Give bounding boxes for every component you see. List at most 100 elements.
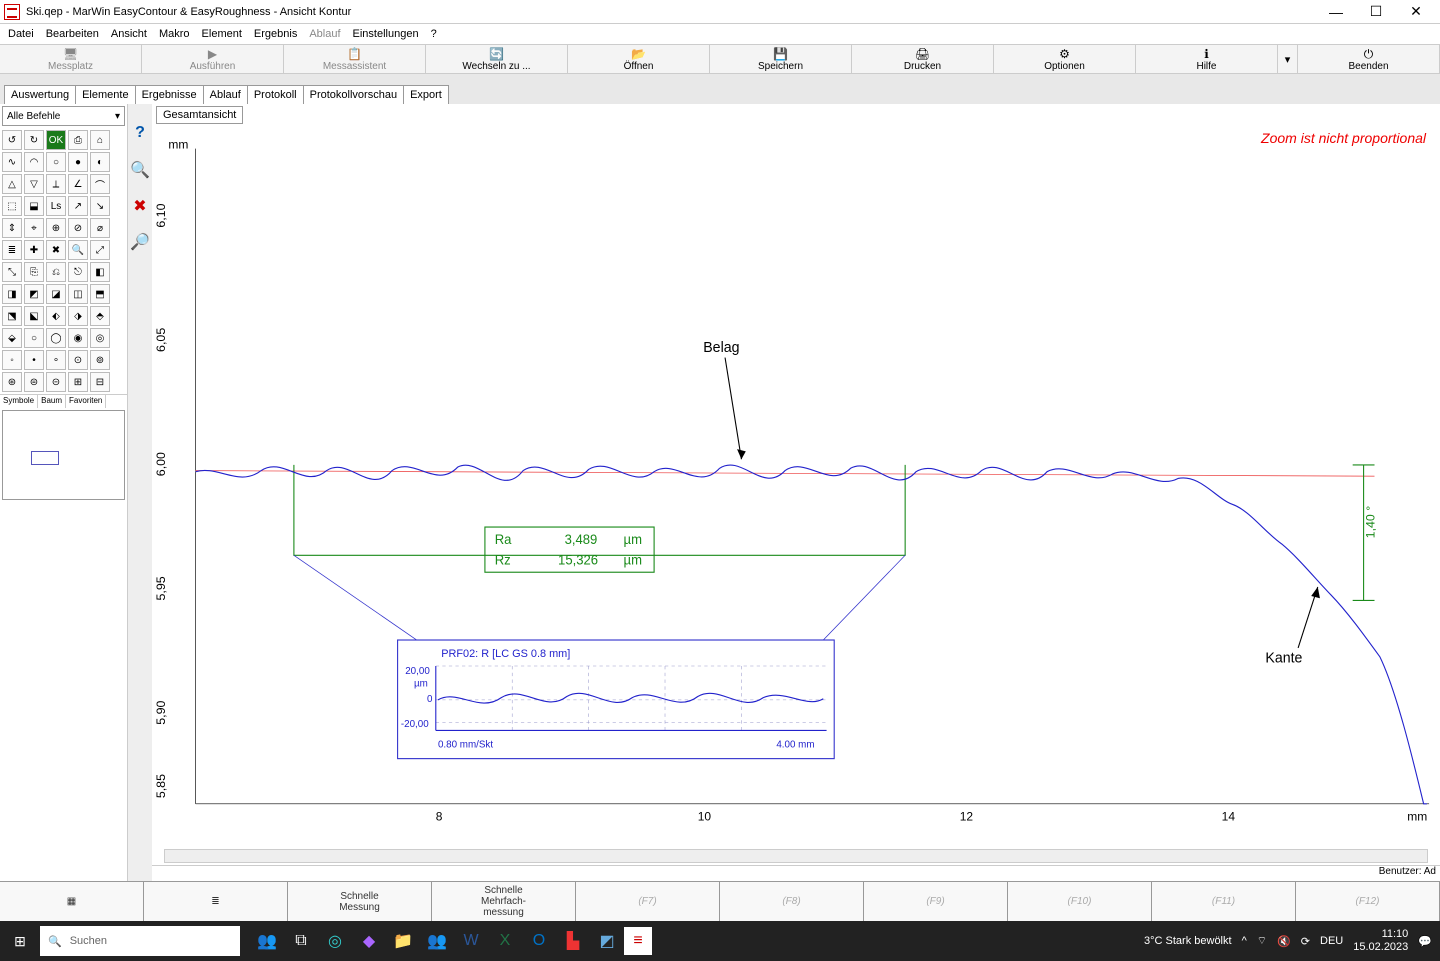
palette-tool-59[interactable]: ⊟	[90, 372, 110, 392]
app-icon-2[interactable]: ◩	[590, 921, 624, 961]
maximize-button[interactable]: ☐	[1356, 0, 1396, 24]
palette-tool-55[interactable]: ⊛	[2, 372, 22, 392]
mini-tab-favoriten[interactable]: Favoriten	[66, 395, 106, 408]
cortana-icon[interactable]: 👥	[250, 921, 284, 961]
palette-tool-53[interactable]: ⊙	[68, 350, 88, 370]
toolbar-wechseln-zu-[interactable]: 🔄Wechseln zu ...	[426, 45, 568, 73]
tray-chevron-icon[interactable]: ^	[1242, 935, 1247, 947]
palette-tool-33[interactable]: ⎋	[68, 262, 88, 282]
minimize-button[interactable]: —	[1316, 0, 1356, 24]
marwin-taskbar-icon[interactable]: ≡	[624, 927, 652, 955]
language-indicator[interactable]: DEU	[1320, 935, 1343, 947]
palette-tool-28[interactable]: 🔍	[68, 240, 88, 260]
explorer-icon[interactable]: 📁	[386, 921, 420, 961]
palette-tool-24[interactable]: ⌀	[90, 218, 110, 238]
palette-tool-38[interactable]: ◫	[68, 284, 88, 304]
taskbar-search[interactable]: 🔍 Suchen	[40, 926, 240, 956]
palette-tool-52[interactable]: ∘	[46, 350, 66, 370]
palette-tool-29[interactable]: ⤢	[90, 240, 110, 260]
palette-tool-32[interactable]: ⎌	[46, 262, 66, 282]
toolbar-messassistent[interactable]: 📋Messassistent	[284, 45, 426, 73]
fkey-8[interactable]: (F8)	[720, 882, 864, 921]
inspect-icon[interactable]: 🔎	[130, 232, 150, 252]
close-button[interactable]: ✕	[1396, 0, 1436, 24]
outlook-icon[interactable]: O	[522, 921, 556, 961]
palette-tool-11[interactable]: ▽	[24, 174, 44, 194]
fkey-6[interactable]: Schnelle Mehrfach- messung	[432, 882, 576, 921]
tab-elemente[interactable]: Elemente	[75, 85, 135, 104]
fkey-10[interactable]: (F10)	[1008, 882, 1152, 921]
toolbar-overflow[interactable]: ▾	[1278, 45, 1298, 73]
view-gesamtansicht-button[interactable]: Gesamtansicht	[156, 106, 243, 124]
horizontal-scrollbar[interactable]	[164, 849, 1428, 863]
palette-tool-50[interactable]: ◦	[2, 350, 22, 370]
palette-tool-12[interactable]: ⟂	[46, 174, 66, 194]
palette-tool-22[interactable]: ⊕	[46, 218, 66, 238]
palette-tool-30[interactable]: ⤡	[2, 262, 22, 282]
word-icon[interactable]: W	[454, 921, 488, 961]
fkey-3[interactable]: ▦	[0, 882, 144, 921]
palette-tool-17[interactable]: Ls	[46, 196, 66, 216]
palette-tool-5[interactable]: ∿	[2, 152, 22, 172]
mini-tab-baum[interactable]: Baum	[38, 395, 66, 408]
palette-tool-39[interactable]: ⬒	[90, 284, 110, 304]
edge-icon[interactable]: ◎	[318, 921, 352, 961]
palette-tool-2[interactable]: OK	[46, 130, 66, 150]
palette-tool-34[interactable]: ◧	[90, 262, 110, 282]
tab-ablauf[interactable]: Ablauf	[203, 85, 248, 104]
volume-icon[interactable]: 🔇	[1277, 935, 1291, 948]
palette-tool-56[interactable]: ⊜	[24, 372, 44, 392]
palette-tool-46[interactable]: ○	[24, 328, 44, 348]
palette-tool-26[interactable]: ✚	[24, 240, 44, 260]
palette-tool-21[interactable]: ⌖	[24, 218, 44, 238]
contour-plot[interactable]: Zoom ist nicht proportional mm 6,10 6,05…	[152, 126, 1440, 849]
toolbar-optionen[interactable]: ⚙Optionen	[994, 45, 1136, 73]
tab-protokoll[interactable]: Protokoll	[247, 85, 304, 104]
palette-tool-47[interactable]: ◯	[46, 328, 66, 348]
toolbar-speichern[interactable]: 💾Speichern	[710, 45, 852, 73]
fkey-7[interactable]: (F7)	[576, 882, 720, 921]
tab-ergebnisse[interactable]: Ergebnisse	[135, 85, 204, 104]
palette-tool-8[interactable]: ●	[68, 152, 88, 172]
tab-export[interactable]: Export	[403, 85, 449, 104]
delete-icon[interactable]: ✖	[130, 196, 150, 216]
palette-tool-41[interactable]: ⬕	[24, 306, 44, 326]
fkey-12[interactable]: (F12)	[1296, 882, 1440, 921]
palette-tool-44[interactable]: ⬘	[90, 306, 110, 326]
fkey-9[interactable]: (F9)	[864, 882, 1008, 921]
wifi-icon[interactable]: ⌔	[1257, 934, 1267, 948]
palette-tool-14[interactable]: ⌒	[90, 174, 110, 194]
command-filter-combo[interactable]: Alle Befehle ▾	[2, 106, 125, 126]
menu-ansicht[interactable]: Ansicht	[107, 26, 151, 42]
tab-protokollvorschau[interactable]: Protokollvorschau	[303, 85, 404, 104]
toolbar-hilfe[interactable]: ℹHilfe	[1136, 45, 1278, 73]
start-button[interactable]: ⊞	[0, 921, 40, 961]
palette-tool-15[interactable]: ⬚	[2, 196, 22, 216]
tab-auswertung[interactable]: Auswertung	[4, 85, 76, 104]
excel-icon[interactable]: X	[488, 921, 522, 961]
palette-tool-40[interactable]: ⬔	[2, 306, 22, 326]
zoom-icon[interactable]: 🔍	[130, 160, 150, 180]
palette-tool-20[interactable]: ⇕	[2, 218, 22, 238]
sync-icon[interactable]: ⟳	[1301, 935, 1310, 948]
palette-tool-7[interactable]: ○	[46, 152, 66, 172]
app-icon-1[interactable]: ◆	[352, 921, 386, 961]
palette-tool-36[interactable]: ◩	[24, 284, 44, 304]
palette-tool-35[interactable]: ◨	[2, 284, 22, 304]
menu-element[interactable]: Element	[198, 26, 246, 42]
toolbar-drucken[interactable]: 🖨Drucken	[852, 45, 994, 73]
palette-tool-31[interactable]: ⎘	[24, 262, 44, 282]
palette-tool-10[interactable]: △	[2, 174, 22, 194]
toolbar-ausf-hren[interactable]: ▶Ausführen	[142, 45, 284, 73]
palette-tool-3[interactable]: ⎙	[68, 130, 88, 150]
menu-bearbeiten[interactable]: Bearbeiten	[42, 26, 103, 42]
palette-tool-13[interactable]: ∠	[68, 174, 88, 194]
palette-tool-25[interactable]: ≣	[2, 240, 22, 260]
palette-tool-1[interactable]: ↻	[24, 130, 44, 150]
toolbar--ffnen[interactable]: 📂Öffnen	[568, 45, 710, 73]
menu-datei[interactable]: Datei	[4, 26, 38, 42]
toolbar-messplatz[interactable]: 🖥Messplatz	[0, 45, 142, 73]
clock[interactable]: 11:10 15.02.2023	[1353, 928, 1408, 954]
weather-widget[interactable]: 3°C Stark bewölkt	[1144, 935, 1232, 947]
pdf-icon[interactable]: ▙	[556, 921, 590, 961]
